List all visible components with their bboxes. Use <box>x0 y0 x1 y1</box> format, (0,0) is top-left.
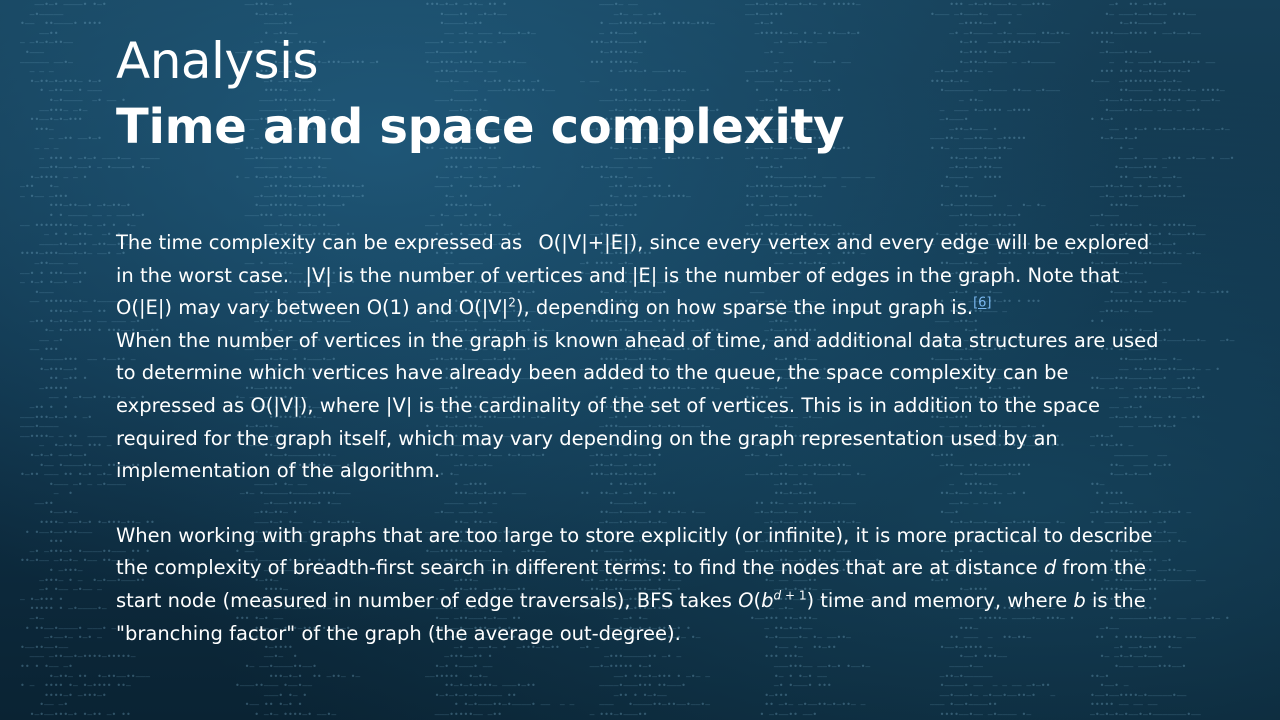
time-complexity-paragraph: The time complexity can be expressed as … <box>116 227 1166 325</box>
citation-link[interactable]: [6] <box>973 296 991 311</box>
math-expression: |V| <box>385 393 413 417</box>
exponent: d + 1 <box>774 588 807 602</box>
slide-content: Analysis Time and space complexity The t… <box>0 0 1280 720</box>
variable-b: b <box>1073 588 1086 612</box>
space-complexity-paragraph: When the number of vertices in the graph… <box>116 325 1166 488</box>
variable-O: O <box>738 588 754 612</box>
math-expression: |E| <box>631 263 658 287</box>
math-expression: O(|V| <box>458 296 509 320</box>
text-span: may vary between <box>172 296 367 320</box>
variable-b: b <box>761 588 774 612</box>
text-span: ) time and memory, where <box>806 588 1074 612</box>
math-expression: O(|V|+|E|) <box>538 231 638 254</box>
slide-body: The time complexity can be expressed as … <box>116 227 1166 650</box>
math-expression: O(|V|) <box>250 393 308 417</box>
exponent-plus-one: + 1 <box>781 588 807 603</box>
math-expression: |V| <box>305 263 332 287</box>
variable-d: d <box>1043 556 1057 580</box>
text-span: The time complexity can be expressed as <box>116 231 529 254</box>
text-span: is the number of vertices and <box>331 263 632 287</box>
math-expression: O(|E|) <box>116 296 173 320</box>
exponent-d: d <box>773 588 782 603</box>
slide-title: Analysis <box>116 32 319 90</box>
superscript: 2 <box>508 295 516 310</box>
text-span: , depending on how sparse the input grap… <box>523 296 974 320</box>
text-span: is the number of edges in the graph. Not… <box>657 263 1126 287</box>
text-span: and <box>409 296 459 320</box>
text-span: , where <box>307 393 386 417</box>
slide-subtitle: Time and space complexity <box>116 99 845 155</box>
text-span: When working with graphs that are too la… <box>116 523 1153 580</box>
large-graphs-paragraph: When working with graphs that are too la… <box>116 520 1166 650</box>
text-span: ( <box>753 588 762 612</box>
math-expression: O(1) <box>366 296 410 320</box>
